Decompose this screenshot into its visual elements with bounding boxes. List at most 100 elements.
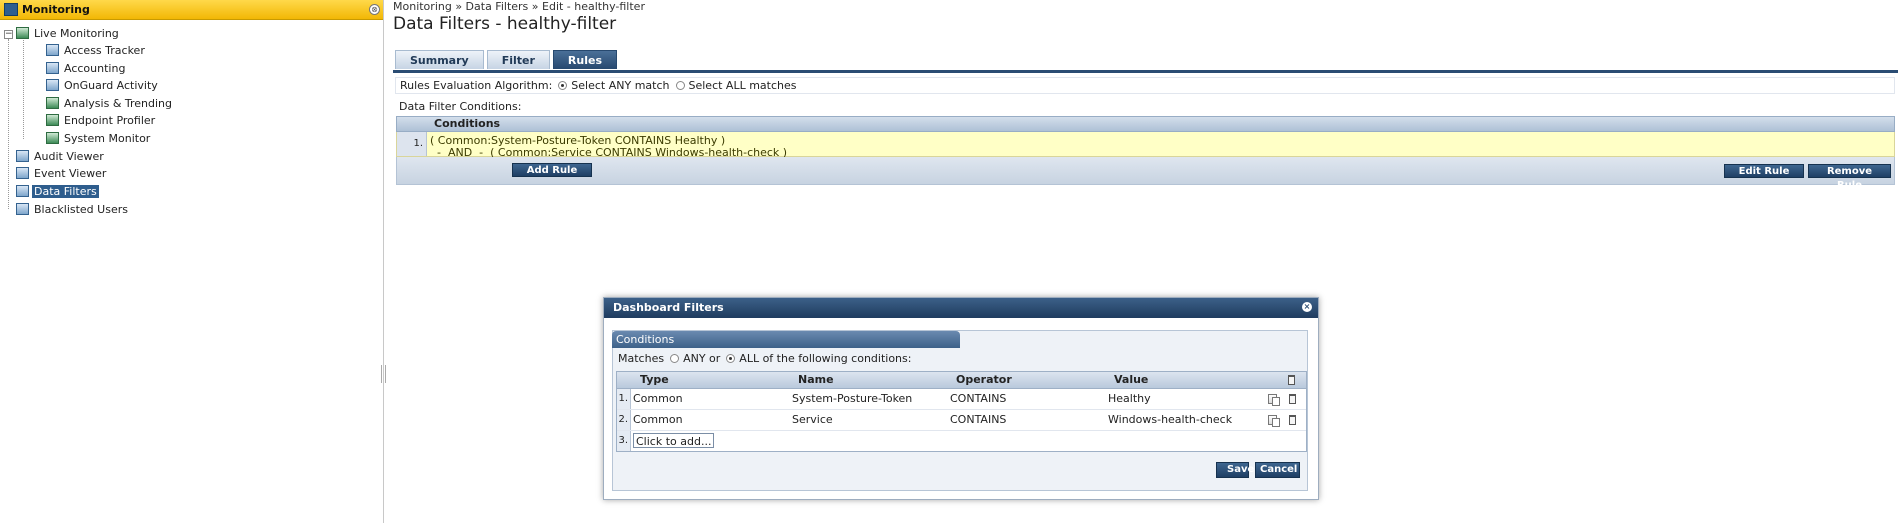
row-number: 1. — [617, 389, 631, 409]
sidebar-header: Monitoring ⊗ — [0, 0, 383, 20]
sidebar-item-label: Event Viewer — [34, 166, 107, 180]
select-any-label: Select ANY match — [571, 79, 670, 92]
cancel-button[interactable]: Cancel — [1255, 462, 1300, 478]
sidebar-item-label: OnGuard Activity — [64, 78, 158, 92]
sidebar-item-label: Blacklisted Users — [34, 202, 128, 216]
add-condition-row: 3. Click to add... — [617, 431, 1306, 451]
sidebar-item-label: Analysis & Trending — [64, 96, 173, 110]
match-mode-row: Matches ANY or ALL of the following cond… — [618, 352, 911, 365]
close-icon[interactable]: × — [1302, 302, 1312, 312]
tab-filter[interactable]: Filter — [486, 50, 550, 69]
cell-operator: CONTAINS — [950, 413, 1007, 426]
sidebar-item-event-viewer[interactable]: Event Viewer — [16, 165, 108, 181]
sidebar-item-endpoint-profiler[interactable]: Endpoint Profiler — [46, 112, 157, 128]
match-all-label: ALL of the following conditions: — [739, 352, 912, 365]
sidebar-item-data-filters[interactable]: Data Filters — [16, 183, 99, 199]
tab-divider — [393, 70, 1898, 73]
conditions-label: Data Filter Conditions: — [399, 100, 522, 113]
cell-value: Windows-health-check — [1108, 413, 1233, 426]
column-name: Name — [798, 373, 834, 386]
rule-row[interactable]: 1. ( Common:System-Posture-Token CONTAIN… — [396, 132, 1895, 159]
column-type: Type — [640, 373, 669, 386]
grid-header: Type Name Operator Value — [617, 372, 1306, 389]
cell-type: Common — [633, 413, 683, 426]
column-value: Value — [1114, 373, 1149, 386]
page-title: Data Filters - healthy-filter — [393, 14, 617, 34]
tab-rules[interactable]: Rules — [552, 50, 617, 69]
sidebar-item-label: System Monitor — [64, 131, 151, 145]
trash-icon[interactable] — [1289, 394, 1296, 404]
conditions-grid: Type Name Operator Value 1. Common Syste… — [616, 371, 1307, 452]
blacklisted-users-icon — [16, 203, 29, 215]
breadcrumb: Monitoring » Data Filters » Edit - healt… — [393, 0, 645, 13]
sidebar-item-label: Endpoint Profiler — [64, 113, 156, 127]
onguard-activity-icon — [46, 79, 59, 91]
sidebar-item-label: Data Filters — [32, 184, 99, 198]
dialog-title-bar: Dashboard Filters × — [604, 298, 1318, 318]
sidebar-item-label: Live Monitoring — [34, 26, 119, 40]
add-rule-button[interactable]: Add Rule — [512, 163, 592, 177]
click-to-add-button[interactable]: Click to add... — [633, 433, 715, 448]
sidebar-item-label: Accounting — [64, 61, 126, 75]
rules-footer: Add Rule Edit Rule Remove Rule — [396, 157, 1895, 191]
panel-splitter[interactable] — [381, 365, 386, 383]
cell-name: Service — [792, 413, 833, 426]
collapse-panel-icon[interactable]: ⊗ — [369, 4, 380, 15]
sidebar-item-onguard-activity[interactable]: OnGuard Activity — [46, 77, 160, 93]
sidebar-item-accounting[interactable]: Accounting — [46, 60, 127, 76]
delete-all-icon[interactable] — [1288, 375, 1295, 385]
copy-icon[interactable] — [1268, 415, 1280, 427]
data-filters-icon — [16, 185, 29, 197]
sidebar-item-label: Access Tracker — [64, 43, 145, 57]
monitoring-icon — [4, 3, 18, 16]
cell-value: Healthy — [1108, 392, 1151, 405]
table-row[interactable]: 1. Common System-Posture-Token CONTAINS … — [617, 389, 1306, 410]
sidebar-item-system-monitor[interactable]: System Monitor — [46, 130, 152, 146]
match-any-radio[interactable] — [670, 354, 680, 363]
access-tracker-icon — [46, 44, 59, 56]
rules-algorithm-row: Rules Evaluation Algorithm: Select ANY m… — [395, 77, 1895, 94]
sidebar-item-audit-viewer[interactable]: Audit Viewer — [16, 148, 106, 164]
tab-bar: Summary Filter Rules — [395, 50, 617, 69]
audit-viewer-icon — [16, 150, 29, 162]
system-monitor-icon — [46, 132, 59, 144]
event-viewer-icon — [16, 167, 29, 179]
tab-summary[interactable]: Summary — [395, 50, 484, 69]
sidebar-item-label: Audit Viewer — [34, 149, 104, 163]
save-button[interactable]: Save — [1216, 462, 1254, 478]
conditions-column-header: Conditions — [396, 116, 1895, 132]
cell-name: System-Posture-Token — [792, 392, 913, 405]
trash-icon[interactable] — [1289, 415, 1296, 425]
rule-row-number: 1. — [397, 132, 427, 156]
endpoint-profiler-icon — [46, 114, 59, 126]
dashboard-filters-dialog: Dashboard Filters × Conditions Matches A… — [603, 297, 1319, 500]
remove-rule-button[interactable]: Remove Rule — [1808, 164, 1891, 191]
accounting-icon — [46, 62, 59, 74]
table-row[interactable]: 2. Common Service CONTAINS Windows-healt… — [617, 410, 1306, 431]
sidebar-item-live-monitoring[interactable]: Live Monitoring — [16, 25, 121, 41]
row-number: 2. — [617, 410, 631, 430]
sidebar: Monitoring ⊗ − Live Monitoring Access Tr… — [0, 0, 384, 523]
cell-operator: CONTAINS — [950, 392, 1007, 405]
sidebar-item-analysis-trending[interactable]: Analysis & Trending — [46, 95, 174, 111]
select-all-label: Select ALL matches — [688, 79, 797, 92]
rules-table: Conditions 1. ( Common:System-Posture-To… — [396, 116, 1895, 191]
tree-collapse-toggle[interactable]: − — [4, 30, 13, 39]
select-any-radio[interactable] — [558, 81, 568, 90]
live-monitoring-icon — [16, 27, 29, 39]
select-all-radio[interactable] — [675, 81, 685, 90]
matches-label: Matches — [618, 352, 665, 365]
match-all-radio[interactable] — [726, 354, 736, 363]
cell-type: Common — [633, 392, 683, 405]
sidebar-item-access-tracker[interactable]: Access Tracker — [46, 42, 147, 58]
row-number: 3. — [617, 431, 631, 451]
column-operator: Operator — [956, 373, 1012, 386]
analysis-trending-icon — [46, 97, 59, 109]
match-any-label: ANY or — [683, 352, 721, 365]
tree-line — [23, 40, 24, 139]
sidebar-title: Monitoring — [22, 3, 90, 16]
edit-rule-button[interactable]: Edit Rule — [1724, 164, 1804, 178]
copy-icon[interactable] — [1268, 394, 1280, 406]
conditions-tab[interactable]: Conditions — [612, 331, 960, 348]
sidebar-item-blacklisted-users[interactable]: Blacklisted Users — [16, 201, 130, 217]
